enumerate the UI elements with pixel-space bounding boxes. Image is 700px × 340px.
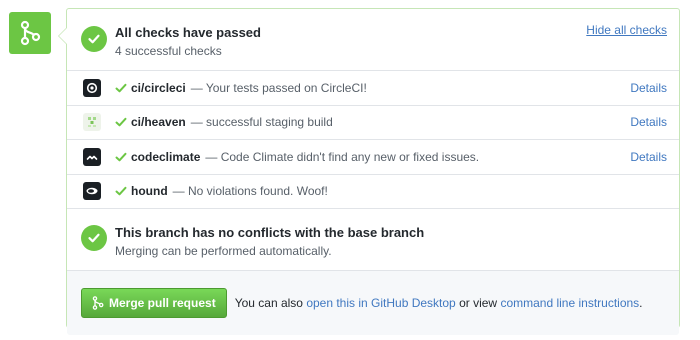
check-name: ci/circleci xyxy=(131,80,186,95)
check-mark-icon xyxy=(115,118,127,127)
check-row-hound: hound — No violations found. Woof! xyxy=(67,175,679,209)
command-line-instructions-link[interactable]: command line instructions xyxy=(500,296,639,310)
checks-summary: All checks have passed 4 successful chec… xyxy=(67,9,679,71)
merge-text-before: You can also xyxy=(234,296,303,310)
check-mark-icon xyxy=(115,187,127,196)
hound-icon xyxy=(83,182,101,201)
check-description: — No violations found. Woof! xyxy=(172,184,328,199)
hide-all-checks-link[interactable]: Hide all checks xyxy=(586,23,667,37)
checks-summary-title: All checks have passed xyxy=(115,25,261,40)
heaven-icon xyxy=(83,113,101,132)
merge-box-root: All checks have passed 4 successful chec… xyxy=(0,0,700,340)
branch-status-subtitle: Merging can be performed automatically. xyxy=(115,244,332,258)
merge-text-middle: or view xyxy=(459,296,498,310)
success-check-icon xyxy=(81,225,107,251)
success-check-icon xyxy=(81,26,107,52)
details-link[interactable]: Details xyxy=(630,81,667,95)
check-name: hound xyxy=(131,184,168,199)
git-merge-icon xyxy=(20,20,41,46)
circleci-icon xyxy=(83,78,101,97)
git-merge-icon xyxy=(92,296,104,310)
merge-actions: Merge pull request You can also open thi… xyxy=(67,271,679,335)
checks-panel: All checks have passed 4 successful chec… xyxy=(58,8,680,335)
merge-text-after: . xyxy=(639,296,643,310)
branch-status-title: This branch has no conflicts with the ba… xyxy=(115,225,425,240)
check-name: ci/heaven xyxy=(131,115,186,130)
check-row-codeclimate: codeclimate — Code Climate didn't find a… xyxy=(67,140,679,175)
merge-pull-request-button[interactable]: Merge pull request xyxy=(81,288,227,318)
check-mark-icon xyxy=(115,83,127,93)
open-in-github-desktop-link[interactable]: open this in GitHub Desktop xyxy=(306,296,455,310)
checks-summary-subtitle: 4 successful checks xyxy=(115,44,222,58)
merge-button-label: Merge pull request xyxy=(109,296,216,310)
branch-status: This branch has no conflicts with the ba… xyxy=(67,209,679,271)
check-description: — successful staging build xyxy=(190,115,333,130)
check-row-circleci: ci/circleci — Your tests passed on Circl… xyxy=(67,71,679,106)
codeclimate-icon xyxy=(83,147,101,166)
check-row-heaven: ci/heaven — successful staging build Det… xyxy=(67,106,679,140)
check-description: — Code Climate didn't find any new or fi… xyxy=(205,149,480,164)
check-name: codeclimate xyxy=(131,149,201,164)
details-link[interactable]: Details xyxy=(630,150,667,164)
check-description: — Your tests passed on CircleCI! xyxy=(190,80,367,95)
details-link[interactable]: Details xyxy=(630,115,667,129)
merge-status-badge xyxy=(9,12,51,54)
check-mark-icon xyxy=(115,152,127,162)
